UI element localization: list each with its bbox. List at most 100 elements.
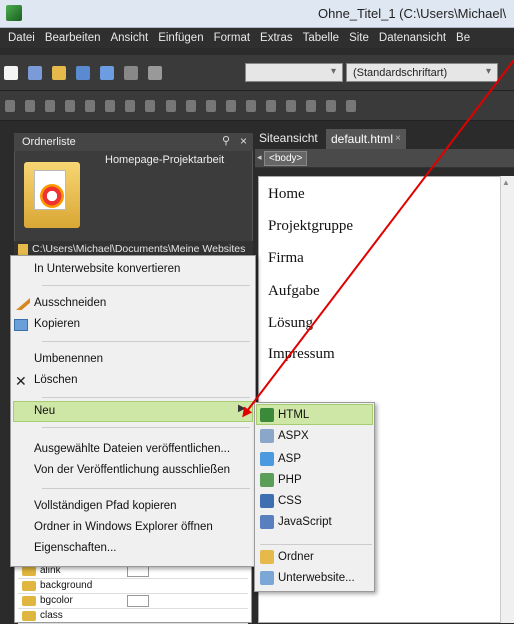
menu-separator	[42, 341, 250, 342]
open-icon[interactable]	[52, 66, 67, 80]
menu-format[interactable]: Format	[209, 32, 255, 44]
menu-einfuegen[interactable]: Einfügen	[153, 32, 208, 44]
property-row-bgcolor[interactable]: bgcolor	[18, 594, 248, 609]
resize-icon[interactable]	[245, 100, 256, 112]
save-icon[interactable]	[76, 66, 91, 80]
color-swatch[interactable]	[127, 595, 149, 607]
submenu-item-folder[interactable]: Ordner	[278, 551, 314, 563]
menu-item-copy[interactable]: Kopieren	[34, 318, 80, 330]
menu-item-new[interactable]: Neu	[34, 405, 55, 417]
menu-separator	[42, 427, 250, 428]
submenu-item-css[interactable]: CSS	[278, 495, 302, 507]
menu-item-exclude-publish[interactable]: Von der Veröffentlichung ausschließen	[34, 464, 230, 476]
folder-name: Homepage-Projektarbeit	[105, 154, 225, 166]
cell-icon[interactable]	[45, 100, 56, 112]
menu-site[interactable]: Site	[344, 32, 374, 44]
content-impressum[interactable]: Impressum	[268, 346, 335, 363]
new-site-icon[interactable]	[28, 66, 43, 80]
print-icon[interactable]	[148, 66, 163, 80]
triangle-icon[interactable]	[125, 100, 136, 112]
menu-extras[interactable]: Extras	[255, 32, 298, 44]
submenu-item-asp[interactable]: ASP	[278, 453, 301, 465]
submenu-item-subsite[interactable]: Unterwebsite...	[278, 572, 355, 584]
tab-default-html[interactable]: default.html	[326, 129, 406, 149]
folder-icon	[260, 550, 274, 564]
menu-datenansicht[interactable]: Datenansicht	[374, 32, 451, 44]
content-aufgabe[interactable]: Aufgabe	[268, 283, 320, 300]
table-icon[interactable]	[25, 100, 36, 112]
circle-left-icon[interactable]	[185, 100, 196, 112]
subsite-icon	[260, 571, 274, 585]
property-icon	[22, 611, 36, 621]
property-icon	[22, 581, 36, 591]
content-projektgruppe[interactable]: Projektgruppe	[268, 218, 353, 235]
menu-truncated[interactable]: Be	[451, 32, 475, 44]
body-tag-selector[interactable]: <body>	[264, 151, 308, 166]
formatting-toolbar	[0, 91, 514, 121]
menu-item-open-explorer[interactable]: Ordner in Windows Explorer öffnen	[34, 521, 213, 533]
submenu-arrow-icon: ▶	[238, 403, 246, 414]
shape-icon[interactable]	[105, 100, 116, 112]
distribute-icon[interactable]	[145, 100, 156, 112]
property-name: class	[40, 610, 63, 621]
content-loesung[interactable]: Lösung	[268, 315, 313, 332]
publish-icon[interactable]	[100, 66, 115, 80]
grid-icon[interactable]	[265, 100, 276, 112]
pin-icon[interactable]: ⚲	[222, 134, 230, 147]
circle-icon[interactable]	[165, 100, 176, 112]
window-title: Ohne_Titel_1 (C:\Users\Michael\	[318, 6, 507, 21]
rectangle-icon[interactable]	[326, 100, 336, 112]
property-name: background	[40, 580, 93, 591]
delete-icon[interactable]	[285, 100, 296, 112]
close-icon[interactable]: ×	[240, 134, 247, 148]
tab-siteansicht[interactable]: Siteansicht	[255, 131, 322, 149]
php-file-icon	[260, 473, 274, 487]
menu-item-copy-path[interactable]: Vollständigen Pfad kopieren	[34, 500, 177, 512]
move-icon[interactable]	[225, 100, 236, 112]
menu-item-properties[interactable]: Eigenschaften...	[34, 542, 116, 554]
circle-right-icon[interactable]	[205, 100, 216, 112]
scroll-up-icon[interactable]: ▲	[502, 178, 510, 187]
menu-item-cut[interactable]: Ausschneiden	[34, 297, 106, 309]
split-icon[interactable]	[65, 100, 76, 112]
menu-bearbeiten[interactable]: Bearbeiten	[40, 32, 106, 44]
submenu-item-javascript[interactable]: JavaScript	[278, 516, 332, 528]
ellipse-icon[interactable]	[346, 100, 357, 112]
preview-icon[interactable]	[124, 66, 139, 80]
folder-thumbnail-icon[interactable]	[24, 162, 80, 228]
submenu-item-aspx[interactable]: ASPX	[278, 430, 309, 442]
new-page-icon[interactable]	[4, 66, 18, 80]
style-select[interactable]	[245, 63, 343, 82]
tab-close-icon[interactable]: ×	[395, 133, 401, 144]
menu-bar: Datei Bearbeiten Ansicht Einfügen Format…	[0, 28, 514, 48]
css-file-icon	[260, 494, 274, 508]
content-firma[interactable]: Firma	[268, 250, 304, 267]
menu-item-convert-subsite[interactable]: In Unterwebsite konvertieren	[34, 263, 180, 275]
font-select[interactable]: (Standardschriftart)	[346, 63, 498, 82]
small-folder-icon	[18, 244, 28, 255]
menu-separator	[42, 397, 250, 398]
menu-separator	[42, 488, 250, 489]
html-file-icon	[260, 408, 274, 422]
property-icon	[22, 596, 36, 606]
submenu-item-html[interactable]: HTML	[278, 409, 309, 421]
menu-datei[interactable]: Datei	[3, 32, 40, 44]
property-name: bgcolor	[40, 595, 73, 606]
tag-nav-left-icon[interactable]: ◂	[257, 152, 262, 163]
menu-item-publish-selected[interactable]: Ausgewählte Dateien veröffentlichen...	[34, 443, 230, 455]
pointer-icon[interactable]	[305, 100, 316, 112]
aspx-file-icon	[260, 429, 274, 443]
align-icon[interactable]	[85, 100, 96, 112]
menu-item-delete[interactable]: Löschen	[34, 374, 77, 386]
property-row-background[interactable]: background	[18, 579, 248, 594]
menu-tabelle[interactable]: Tabelle	[298, 32, 344, 44]
menu-ansicht[interactable]: Ansicht	[105, 32, 153, 44]
vertical-scrollbar[interactable]	[500, 176, 514, 623]
property-row-class[interactable]: class	[18, 609, 248, 624]
app-icon[interactable]	[6, 5, 22, 21]
content-home[interactable]: Home	[268, 186, 305, 203]
menu-item-rename[interactable]: Umbenennen	[34, 353, 103, 365]
property-icon	[22, 566, 36, 576]
submenu-item-php[interactable]: PHP	[278, 474, 302, 486]
layer-icon[interactable]	[5, 100, 15, 112]
